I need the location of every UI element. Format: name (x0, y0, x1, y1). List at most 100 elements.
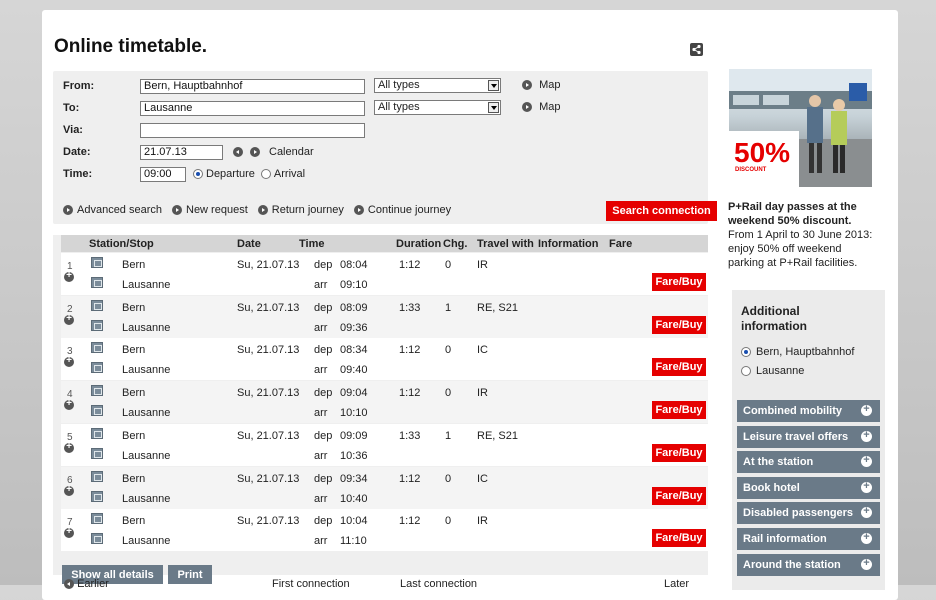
arrival-station[interactable]: Lausanne (122, 493, 170, 505)
station-info-icon[interactable] (91, 470, 103, 482)
station-radio[interactable] (741, 347, 751, 357)
first-connection-link[interactable]: First connection (272, 578, 350, 590)
share-icon[interactable] (690, 43, 703, 56)
departure-time: 08:34 (340, 344, 368, 357)
expand-icon[interactable] (64, 526, 74, 539)
station-info-icon[interactable] (91, 319, 103, 331)
arrival-station[interactable]: Lausanne (122, 364, 170, 376)
later-link[interactable]: Later (664, 578, 689, 590)
station-info-icon[interactable] (91, 427, 103, 439)
time-input[interactable] (140, 166, 186, 182)
advanced-search-link[interactable]: Advanced search (63, 204, 162, 216)
duration: 1:12 (399, 515, 421, 528)
departure-station[interactable]: Bern (122, 515, 145, 527)
previous-day-icon[interactable] (233, 147, 243, 157)
station-info-icon[interactable] (91, 342, 103, 354)
travel-with[interactable]: IR (477, 387, 488, 399)
expand-icon[interactable] (64, 313, 74, 325)
station-info-icon[interactable] (91, 513, 103, 525)
sidebar-link[interactable]: At the station (737, 451, 880, 474)
connection-row[interactable]: 3BernLausanneSu, 21.07.13dep08:34arr09:4… (53, 338, 708, 381)
arrival-station[interactable]: Lausanne (122, 279, 170, 291)
fare-buy-button[interactable]: Fare/Buy (652, 315, 706, 334)
next-day-icon[interactable] (250, 147, 260, 157)
expand-icon[interactable] (64, 355, 74, 368)
to-input[interactable] (140, 100, 365, 116)
fare-buy-button[interactable]: Fare/Buy (652, 358, 706, 377)
map-label: Map (539, 101, 561, 113)
new-request-link[interactable]: New request (172, 204, 248, 216)
expand-icon[interactable] (64, 398, 74, 411)
arrival-station[interactable]: Lausanne (122, 450, 170, 462)
fare-buy-button[interactable]: Fare/Buy (652, 273, 706, 291)
from-map-link[interactable]: Map (522, 79, 560, 91)
station-info-icon[interactable] (91, 447, 103, 459)
sidebar-link[interactable]: Combined mobility (737, 400, 880, 422)
travel-with[interactable]: RE, S21 (477, 430, 518, 442)
station-info-icon[interactable] (91, 362, 103, 374)
station-option-lausanne[interactable]: Lausanne (741, 365, 804, 377)
travel-with[interactable]: IR (477, 259, 488, 271)
to-type-select[interactable]: All types (374, 100, 501, 115)
return-journey-link[interactable]: Return journey (257, 204, 344, 216)
departure-station[interactable]: Bern (122, 259, 145, 271)
earlier-link[interactable]: Earlier (64, 578, 109, 590)
station-radio[interactable] (741, 366, 751, 376)
station-info-icon[interactable] (91, 299, 103, 311)
arrival-station[interactable]: Lausanne (122, 535, 170, 547)
sidebar-link[interactable]: Leisure travel offers (737, 425, 880, 448)
arrival-station[interactable]: Lausanne (122, 322, 170, 334)
travel-with[interactable]: RE, S21 (477, 302, 518, 314)
sidebar-link[interactable]: Disabled passengers (737, 502, 880, 525)
arrival-station[interactable]: Lausanne (122, 407, 170, 419)
to-map-link[interactable]: Map (522, 101, 560, 113)
travel-with[interactable]: IC (477, 473, 488, 485)
expand-icon[interactable] (64, 441, 74, 453)
connection-row[interactable]: 5BernLausanneSu, 21.07.13dep09:09arr10:3… (53, 423, 708, 466)
sidebar-link[interactable]: Book hotel (737, 476, 880, 499)
station-info-icon[interactable] (91, 490, 103, 502)
from-input[interactable] (140, 78, 365, 94)
station-info-icon[interactable] (91, 277, 103, 288)
search-connection-button[interactable]: Search connection (606, 201, 717, 221)
station-info-icon[interactable] (91, 385, 103, 397)
departure-station[interactable]: Bern (122, 302, 145, 314)
promo-image[interactable]: 50% DISCOUNT (729, 69, 872, 187)
fare-buy-button[interactable]: Fare/Buy (652, 529, 706, 548)
departure-station[interactable]: Bern (122, 344, 145, 356)
departure-time: 09:04 (340, 387, 368, 400)
connection-row[interactable]: 6BernLausanneSu, 21.07.13dep09:34arr10:4… (53, 466, 708, 509)
arrival-radio[interactable] (260, 169, 271, 179)
station-info-icon[interactable] (91, 257, 103, 268)
col-time: Time (299, 238, 325, 250)
print-button[interactable]: Print (168, 565, 212, 584)
fare-buy-button[interactable]: Fare/Buy (652, 486, 706, 505)
expand-icon[interactable] (64, 270, 74, 282)
station-option-bern[interactable]: Bern, Hauptbahnhof (741, 346, 854, 358)
fare-buy-button[interactable]: Fare/Buy (652, 401, 706, 420)
departure-station[interactable]: Bern (122, 473, 145, 485)
departure-station[interactable]: Bern (122, 430, 145, 442)
promo-heading[interactable]: P+Rail day passes at the weekend 50% dis… (728, 200, 878, 228)
sidebar-link[interactable]: Around the station (737, 553, 880, 576)
departure-radio[interactable] (193, 169, 203, 179)
expand-icon[interactable] (64, 484, 74, 496)
connection-row[interactable]: 1BernLausanneSu, 21.07.13dep08:04arr09:1… (53, 253, 708, 295)
departure-station[interactable]: Bern (122, 387, 145, 399)
station-info-icon[interactable] (91, 533, 103, 545)
station-info-icon[interactable] (91, 405, 103, 417)
from-type-select[interactable]: All types (374, 78, 501, 93)
main-panel: Online timetable. From: All types Map To… (42, 10, 898, 600)
last-connection-link[interactable]: Last connection (400, 578, 477, 590)
connection-row[interactable]: 2BernLausanneSu, 21.07.13dep08:09arr09:3… (53, 295, 708, 338)
travel-with[interactable]: IC (477, 344, 488, 356)
date-input[interactable] (140, 144, 223, 160)
calendar-link[interactable]: Calendar (269, 146, 314, 158)
travel-with[interactable]: IR (477, 515, 488, 527)
connection-row[interactable]: 4BernLausanneSu, 21.07.13dep09:04arr10:1… (53, 381, 708, 424)
continue-journey-link[interactable]: Continue journey (353, 204, 451, 216)
via-input[interactable] (140, 122, 365, 138)
fare-buy-button[interactable]: Fare/Buy (652, 443, 706, 462)
connection-row[interactable]: 7BernLausanneSu, 21.07.13dep10:04arr11:1… (53, 509, 708, 552)
sidebar-link[interactable]: Rail information (737, 528, 880, 550)
